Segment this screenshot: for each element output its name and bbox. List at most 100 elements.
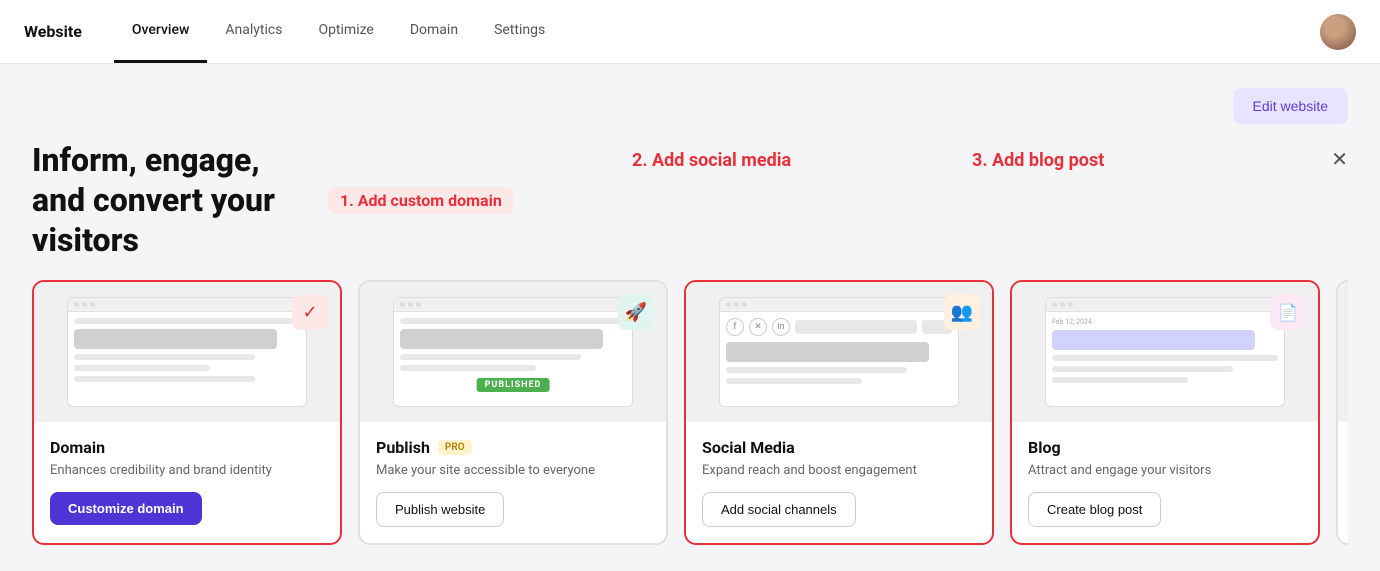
mock-line [400, 318, 626, 324]
mock-line [74, 354, 255, 360]
browser-bar [720, 298, 958, 312]
publish-badge-icon: 🚀 [618, 294, 654, 330]
pro-badge: PRO [438, 440, 472, 455]
tab-analytics[interactable]: Analytics [207, 0, 300, 63]
mock-line [74, 318, 300, 324]
mock-line-hero [1052, 330, 1255, 350]
close-button[interactable]: ✕ [1331, 150, 1348, 170]
publish-card-title: Publish [376, 438, 430, 457]
tab-domain[interactable]: Domain [392, 0, 476, 63]
blog-badge: 📄 [1270, 294, 1306, 330]
mock-line [726, 378, 862, 384]
domain-card-title: Domain [50, 438, 105, 457]
blog-date: Feb 12, 2024 [1052, 318, 1278, 326]
dot2 [82, 302, 87, 307]
avatar[interactable] [1320, 14, 1356, 50]
mock-line [400, 365, 536, 371]
published-badge: PUBLISHED [477, 378, 550, 392]
edit-website-button[interactable]: Edit website [1233, 88, 1348, 124]
step-2-label: 2. Add social media [632, 150, 791, 171]
dot3 [90, 302, 95, 307]
step-3-label: 3. Add blog post [972, 150, 1104, 171]
add-social-channels-button[interactable]: Add social channels [702, 492, 856, 527]
cards-row: ✓ Domain Enhances credibility and brand … [32, 280, 1348, 545]
mock-line-hero [726, 342, 929, 362]
create-blog-post-button[interactable]: Create blog post [1028, 492, 1161, 527]
mock-line-hero [74, 329, 277, 349]
blog-mock-browser: Feb 12, 2024 [1045, 297, 1285, 407]
social-icon-f: f [726, 318, 744, 336]
dot3 [1068, 302, 1073, 307]
dot2 [1060, 302, 1065, 307]
avatar-image [1320, 14, 1356, 50]
social-card-desc: Expand reach and boost engagement [702, 463, 976, 478]
blog-card-desc: Attract and engage your visitors [1028, 463, 1302, 478]
publish-title-row: Publish PRO [376, 438, 650, 457]
customize-domain-button[interactable]: Customize domain [50, 492, 202, 525]
main-content: Edit website Inform, engage, and convert… [0, 64, 1380, 569]
domain-card: ✓ Domain Enhances credibility and brand … [32, 280, 342, 545]
domain-mock-browser [67, 297, 307, 407]
blog-card: Feb 12, 2024 📄 Blog Attract and engage y… [1010, 280, 1320, 545]
blog-title-row: Blog [1028, 438, 1302, 457]
publish-card-body: Publish PRO Make your site accessible to… [360, 422, 666, 543]
domain-mock-content [68, 312, 306, 393]
tab-optimize[interactable]: Optimize [300, 0, 391, 63]
tab-settings[interactable]: Settings [476, 0, 563, 63]
browser-bar [394, 298, 632, 312]
social-card: f ✕ in 👥 Social Media [684, 280, 994, 545]
logo: Website [24, 22, 82, 41]
mock-line [74, 365, 210, 371]
domain-title-row: Domain [50, 438, 324, 457]
hero-row: Inform, engage, and convert your visitor… [32, 140, 1348, 260]
header: Website Overview Analytics Optimize Doma… [0, 0, 1380, 64]
tab-overview[interactable]: Overview [114, 0, 207, 63]
social-icon-in: in [772, 318, 790, 336]
dot3 [416, 302, 421, 307]
dot3 [742, 302, 747, 307]
header-right [1320, 14, 1356, 50]
publish-mock-content [394, 312, 632, 382]
publish-card: PUBLISHED 🚀 Publish PRO Make your site a… [358, 280, 668, 545]
mock-line-hero [400, 329, 603, 349]
publish-card-desc: Make your site accessible to everyone [376, 463, 650, 478]
domain-badge: ✓ [292, 294, 328, 330]
domain-card-body: Domain Enhances credibility and brand id… [34, 422, 340, 543]
browser-bar [1046, 298, 1284, 312]
generate-card-body: Generate Create a we… ✓ Generate [1338, 422, 1348, 523]
mock-line [726, 367, 907, 373]
social-card-body: Social Media Expand reach and boost enga… [686, 422, 992, 543]
generate-card-image [1338, 282, 1348, 422]
social-badge: 👥 [944, 294, 980, 330]
social-mock-browser: f ✕ in [719, 297, 959, 407]
nav-tabs: Overview Analytics Optimize Domain Setti… [114, 0, 563, 63]
blog-card-image: Feb 12, 2024 📄 [1012, 282, 1318, 422]
mock-line [1052, 355, 1278, 361]
dot1 [1052, 302, 1057, 307]
blog-card-body: Blog Attract and engage your visitors Cr… [1012, 422, 1318, 543]
mock-line [1052, 366, 1233, 372]
domain-card-desc: Enhances credibility and brand identity [50, 463, 324, 478]
dot1 [726, 302, 731, 307]
hero-title: Inform, engage, and convert your visitor… [32, 140, 312, 260]
social-title-row: Social Media [702, 438, 976, 457]
social-card-image: f ✕ in 👥 [686, 282, 992, 422]
edit-btn-row: Edit website [32, 88, 1348, 124]
browser-bar [68, 298, 306, 312]
generate-card: Generate Create a we… ✓ Generate [1336, 280, 1348, 545]
dot1 [74, 302, 79, 307]
blog-card-title: Blog [1028, 438, 1061, 457]
dot2 [734, 302, 739, 307]
step-1-label: 1. Add custom domain [328, 187, 514, 214]
mock-line [400, 354, 581, 360]
social-icon-x: ✕ [749, 318, 767, 336]
social-mock-content: f ✕ in [720, 312, 958, 395]
publish-website-button[interactable]: Publish website [376, 492, 504, 527]
mock-line [74, 376, 255, 382]
social-card-title: Social Media [702, 438, 795, 457]
mock-line [1052, 377, 1188, 383]
publish-card-image: PUBLISHED 🚀 [360, 282, 666, 422]
blog-mock-content: Feb 12, 2024 [1046, 312, 1284, 394]
dot1 [400, 302, 405, 307]
dot2 [408, 302, 413, 307]
